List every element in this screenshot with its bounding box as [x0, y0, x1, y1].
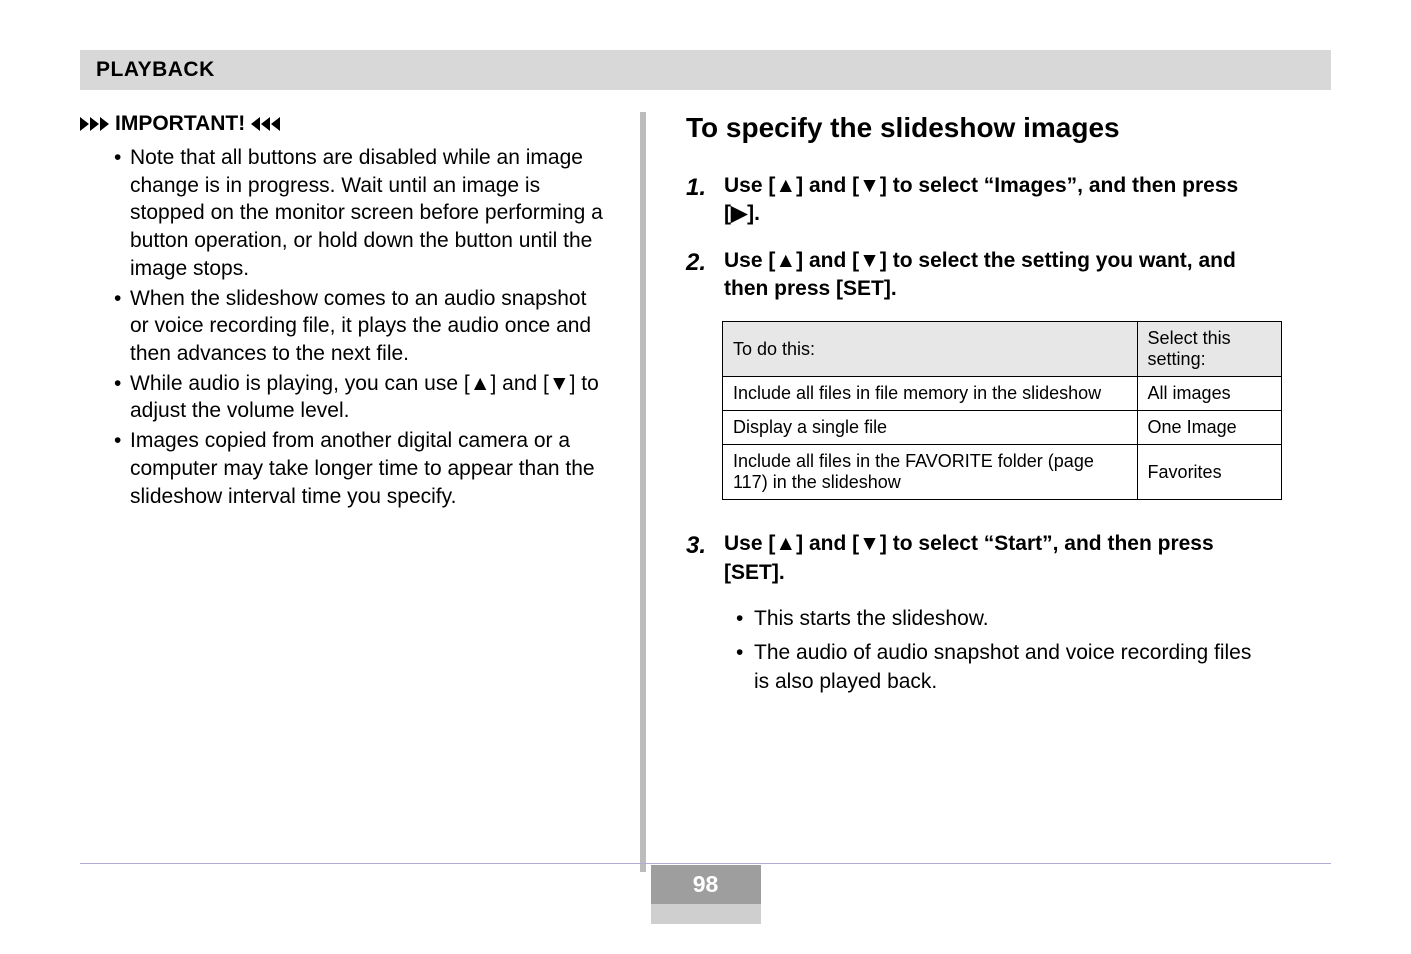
table-header: To do this: — [723, 322, 1138, 377]
right-column: To specify the slideshow images 1. Use [… — [646, 112, 1266, 872]
table-cell: Include all files in the FAVORITE folder… — [723, 445, 1138, 500]
table-cell: Favorites — [1137, 445, 1281, 500]
important-list: Note that all buttons are disabled while… — [80, 144, 610, 510]
table-cell: Include all files in file memory in the … — [723, 377, 1138, 411]
step-text: Use [▲] and [▼] to select “Start”, and t… — [724, 530, 1266, 587]
step-3: 3. Use [▲] and [▼] to select “Start”, an… — [686, 530, 1266, 587]
step-2: 2. Use [▲] and [▼] to select the setting… — [686, 247, 1266, 304]
left-column: IMPORTANT! Note that all buttons are dis… — [80, 112, 640, 872]
triangle-left-icon — [251, 117, 280, 131]
step-number: 1. — [686, 172, 714, 229]
list-item: The audio of audio snapshot and voice re… — [736, 639, 1266, 696]
table-cell: Display a single file — [723, 411, 1138, 445]
page-number-shadow — [651, 904, 761, 924]
section-header: PLAYBACK — [80, 50, 1331, 90]
table-header-row: To do this: Select this setting: — [723, 322, 1282, 377]
step-1: 1. Use [▲] and [▼] to select “Images”, a… — [686, 172, 1266, 229]
table-row: Display a single file One Image — [723, 411, 1282, 445]
table-cell: All images — [1137, 377, 1281, 411]
table-row: Include all files in the FAVORITE folder… — [723, 445, 1282, 500]
list-item: Note that all buttons are disabled while… — [114, 144, 610, 283]
step-text: Use [▲] and [▼] to select the setting yo… — [724, 247, 1266, 304]
list-item: While audio is playing, you can use [▲] … — [114, 370, 610, 425]
important-heading: IMPORTANT! — [80, 112, 610, 136]
section-title: PLAYBACK — [96, 58, 215, 81]
list-item: Images copied from another digital camer… — [114, 427, 610, 510]
list-item: When the slideshow comes to an audio sna… — [114, 285, 610, 368]
table-row: Include all files in file memory in the … — [723, 377, 1282, 411]
page-number: 98 — [651, 865, 761, 904]
manual-page: PLAYBACK IMPORTANT! Note that all button… — [0, 0, 1411, 954]
table-header: Select this setting: — [1137, 322, 1281, 377]
settings-table: To do this: Select this setting: Include… — [722, 321, 1282, 500]
two-column-layout: IMPORTANT! Note that all buttons are dis… — [80, 112, 1331, 872]
step-3-sublist: This starts the slideshow. The audio of … — [686, 605, 1266, 696]
subsection-heading: To specify the slideshow images — [686, 112, 1266, 144]
important-label: IMPORTANT! — [115, 112, 245, 136]
triangle-right-icon — [80, 117, 109, 131]
step-number: 2. — [686, 247, 714, 304]
step-text: Use [▲] and [▼] to select “Images”, and … — [724, 172, 1266, 229]
footer-rule — [80, 863, 1331, 864]
table-cell: One Image — [1137, 411, 1281, 445]
list-item: This starts the slideshow. — [736, 605, 1266, 633]
step-number: 3. — [686, 530, 714, 587]
page-footer: 98 — [0, 865, 1411, 924]
